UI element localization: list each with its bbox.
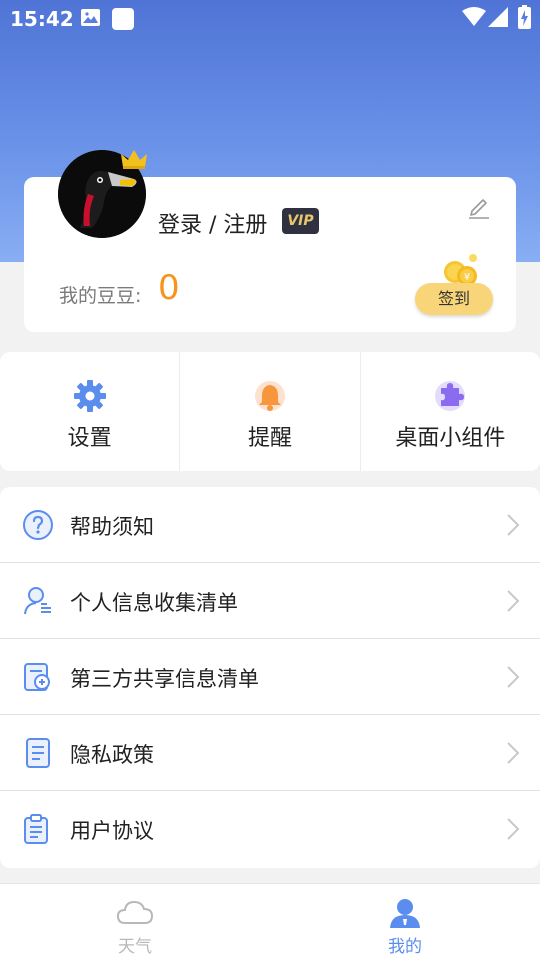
personal-info-icon bbox=[22, 585, 54, 617]
chevron-right-icon bbox=[506, 741, 520, 769]
quick-label-settings: 设置 bbox=[67, 426, 112, 451]
beans-value: 0 bbox=[158, 268, 180, 308]
chevron-right-icon bbox=[506, 589, 520, 617]
svg-text:¥: ¥ bbox=[464, 272, 470, 283]
cloud-icon bbox=[116, 898, 154, 930]
menu-item-personal-info[interactable]: 个人信息收集清单 bbox=[0, 563, 540, 639]
vip-badge[interactable]: VIP bbox=[282, 208, 319, 234]
menu-label-personal-info: 个人信息收集清单 bbox=[70, 591, 238, 615]
nav-tab-mine[interactable]: 我的 bbox=[270, 884, 540, 960]
shared-info-icon bbox=[22, 661, 54, 693]
bell-icon bbox=[252, 378, 288, 414]
agreement-icon bbox=[22, 813, 54, 845]
menu-label-agreement: 用户协议 bbox=[70, 819, 154, 843]
status-time: 15:42 bbox=[10, 7, 74, 31]
status-bar: 15:42 bbox=[0, 0, 540, 38]
menu-item-agreement[interactable]: 用户协议 bbox=[0, 791, 540, 867]
quick-item-settings[interactable]: 设置 bbox=[0, 352, 179, 471]
nav-label-mine: 我的 bbox=[388, 937, 422, 957]
puzzle-icon bbox=[432, 378, 468, 414]
chevron-right-icon bbox=[506, 817, 520, 845]
quick-label-widgets: 桌面小组件 bbox=[395, 426, 506, 451]
menu-item-privacy[interactable]: 隐私政策 bbox=[0, 715, 540, 791]
menu-item-help[interactable]: 帮助须知 bbox=[0, 487, 540, 563]
square-icon bbox=[112, 8, 134, 34]
signal-icon bbox=[488, 7, 508, 31]
person-icon bbox=[388, 898, 422, 932]
edit-icon[interactable] bbox=[466, 194, 492, 224]
menu-label-privacy: 隐私政策 bbox=[70, 743, 154, 767]
quick-item-widgets[interactable]: 桌面小组件 bbox=[359, 352, 540, 471]
menu-item-shared-info[interactable]: 第三方共享信息清单 bbox=[0, 639, 540, 715]
quick-actions: 设置 提醒 桌面小组件 bbox=[0, 352, 540, 471]
privacy-doc-icon bbox=[22, 737, 54, 769]
menu-list: 帮助须知 个人信息收集清单 第三方共享信息清单 隐私政策 用户协议 bbox=[0, 487, 540, 868]
chevron-right-icon bbox=[506, 513, 520, 541]
crown-icon bbox=[120, 148, 148, 174]
bottom-nav: 天气 我的 bbox=[0, 883, 540, 960]
gear-icon bbox=[72, 378, 108, 414]
signin-button[interactable]: 签到 bbox=[415, 283, 493, 315]
image-icon bbox=[80, 8, 101, 31]
chevron-right-icon bbox=[506, 665, 520, 693]
help-icon bbox=[22, 509, 54, 541]
battery-charging-icon bbox=[518, 5, 531, 33]
quick-item-reminder[interactable]: 提醒 bbox=[179, 352, 359, 471]
login-register-link[interactable]: 登录 / 注册 bbox=[158, 207, 267, 239]
menu-label-help: 帮助须知 bbox=[70, 515, 154, 539]
nav-tab-weather[interactable]: 天气 bbox=[0, 884, 270, 960]
nav-label-weather: 天气 bbox=[118, 937, 152, 957]
quick-label-reminder: 提醒 bbox=[247, 426, 292, 451]
beans-label: 我的豆豆: bbox=[59, 285, 142, 307]
wifi-icon bbox=[462, 7, 486, 31]
menu-label-shared-info: 第三方共享信息清单 bbox=[70, 667, 259, 691]
